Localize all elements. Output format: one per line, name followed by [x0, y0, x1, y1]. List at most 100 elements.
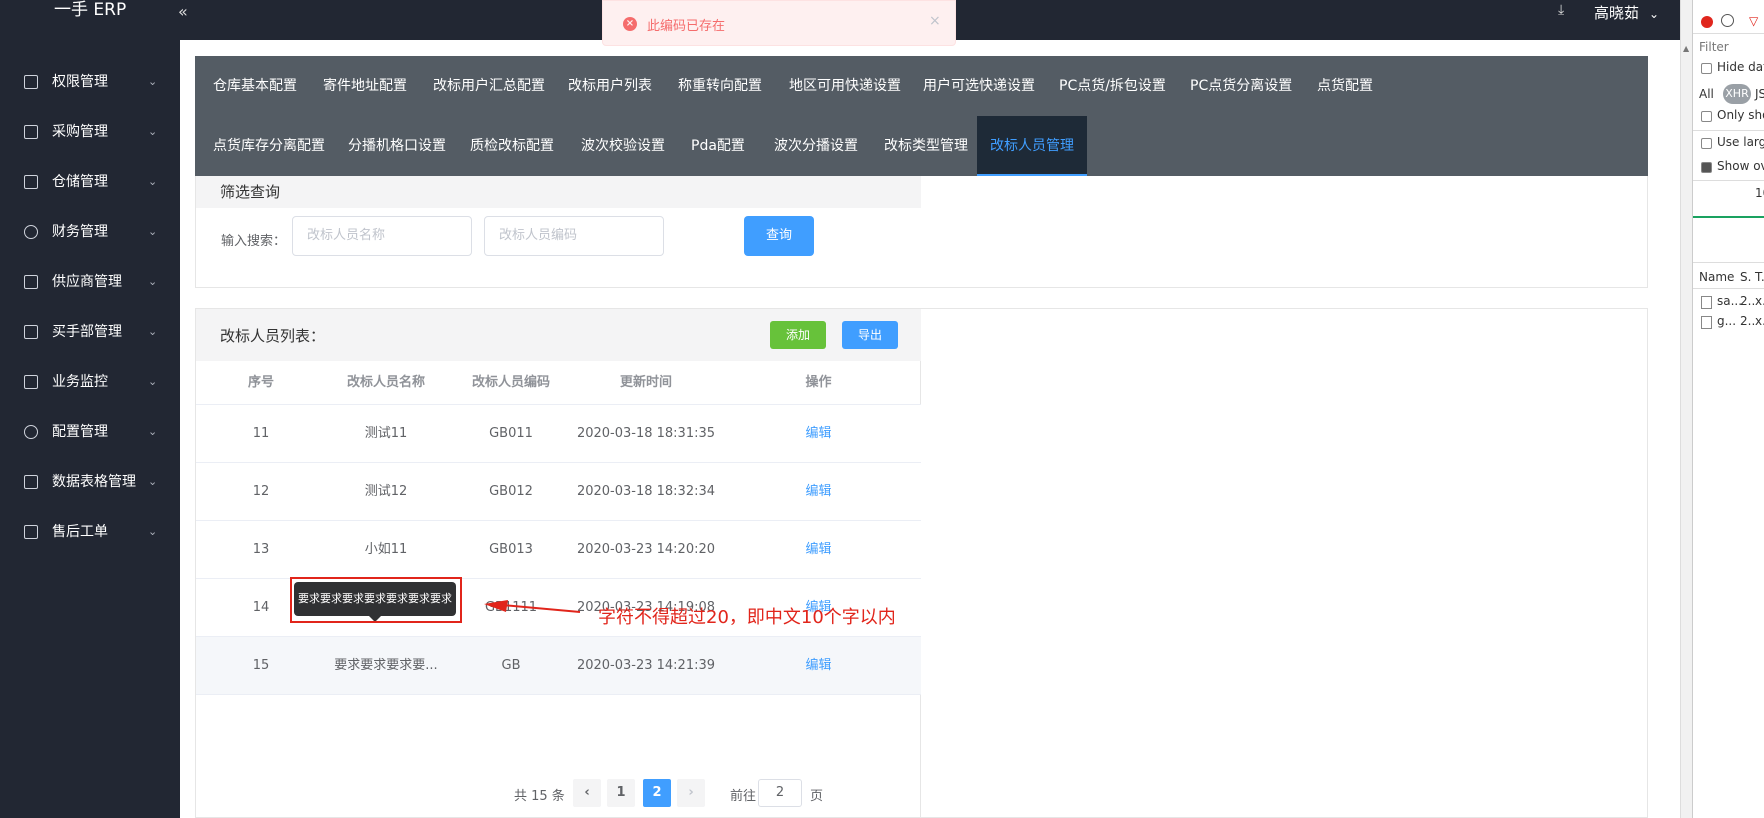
staff-code-input[interactable]: 改标人员编码 — [484, 216, 664, 256]
cell-updated-time: 2020-03-18 18:32:34 — [576, 484, 716, 499]
hide-data-checkbox[interactable] — [1701, 63, 1712, 74]
type-js-filter[interactable]: JS — [1755, 87, 1764, 101]
chevron-down-icon: ⌄ — [148, 525, 158, 538]
chevron-down-icon: ⌄ — [148, 275, 158, 288]
sidebar-item-warehouse[interactable]: 仓储管理 ⌄ — [0, 162, 180, 202]
filter-title: 筛选查询 — [196, 176, 921, 208]
sidebar-item-data-tables[interactable]: 数据表格管理 ⌄ — [0, 462, 180, 502]
table-header: 序号 改标人员名称 改标人员编码 更新时间 操作 — [196, 361, 921, 405]
chevron-down-icon: ⌄ — [148, 475, 158, 488]
edit-link[interactable]: 编辑 — [716, 405, 921, 463]
cell-index: 12 — [252, 484, 270, 499]
tab-warehouse-basic[interactable]: 仓库基本配置 — [213, 56, 297, 116]
sidebar-item-label: 采购管理 — [52, 124, 108, 140]
page-button-1[interactable]: 1 — [607, 779, 635, 807]
tab-check-config[interactable]: 点货配置 — [1317, 56, 1373, 116]
prev-page-button[interactable]: ‹ — [573, 779, 601, 807]
file-icon — [1701, 296, 1712, 309]
download-icon[interactable]: ⤓ — [1558, 2, 1564, 18]
trend-chart-icon — [24, 375, 38, 389]
record-icon[interactable] — [1701, 16, 1713, 28]
edit-link[interactable]: 编辑 — [716, 463, 921, 521]
tab-relabel-user-summary[interactable]: 改标用户汇总配置 — [433, 56, 545, 116]
tab-check-stock-separate[interactable]: 点货库存分离配置 — [213, 116, 325, 176]
sidebar-item-label: 售后工单 — [52, 524, 108, 540]
staff-table-panel: 改标人员列表： 添加 导出 序号 改标人员名称 改标人员编码 更新时间 操作 1… — [196, 309, 921, 818]
col-updated-time: 更新时间 — [619, 375, 672, 390]
cell-staff-name: 小如11 — [364, 542, 408, 557]
type-all-filter[interactable]: All — [1699, 87, 1714, 101]
cell-staff-name: 测试12 — [364, 484, 408, 499]
tab-pc-check-separate[interactable]: PC点货分离设置 — [1190, 56, 1292, 116]
close-icon[interactable]: × — [929, 13, 941, 29]
table-row: 13 小如11 GB013 2020-03-23 14:20:20 编辑 — [196, 521, 921, 579]
cell-updated-time: 2020-03-23 14:21:39 — [576, 658, 716, 673]
next-page-button[interactable]: › — [677, 779, 705, 807]
devtools-filter-input[interactable]: Filter — [1699, 40, 1729, 54]
devtools-network-panel: ▽ Filter Hide data U All XHR JS Only sho… — [1692, 0, 1764, 818]
user-menu[interactable]: 高晓茹 ⌄ — [1594, 2, 1659, 23]
filter-card: 筛选查询 输入搜索： 改标人员名称 改标人员编码 查询 — [195, 176, 1648, 288]
tab-qc-relabel[interactable]: 质检改标配置 — [470, 116, 554, 176]
col-index: 序号 — [247, 375, 274, 390]
sidebar-item-config[interactable]: 配置管理 ⌄ — [0, 412, 180, 452]
staff-name-input[interactable]: 改标人员名称 — [292, 216, 472, 256]
tab-wave-sort[interactable]: 波次分播设置 — [774, 116, 858, 176]
chevron-down-icon: ⌄ — [148, 75, 158, 88]
sidebar-item-label: 权限管理 — [52, 74, 108, 90]
gear-icon — [24, 425, 38, 439]
use-large-rows-checkbox[interactable] — [1701, 138, 1712, 149]
document-icon — [24, 525, 38, 539]
request-type: x.. — [1755, 294, 1764, 308]
col-type-header[interactable]: T. — [1755, 270, 1764, 284]
app-logo: 一手 ERP — [54, 0, 127, 20]
edit-link[interactable]: 编辑 — [716, 521, 921, 579]
sidebar-item-suppliers[interactable]: 供应商管理 ⌄ — [0, 262, 180, 302]
tab-relabel-user-list[interactable]: 改标用户列表 — [568, 56, 652, 116]
tab-relabel-type[interactable]: 改标类型管理 — [884, 116, 968, 176]
tab-sorter-slot[interactable]: 分播机格口设置 — [348, 116, 446, 176]
page-scrollbar[interactable]: ▲ — [1680, 0, 1692, 818]
tab-weighing-turn[interactable]: 称重转向配置 — [678, 56, 762, 116]
type-xhr-filter[interactable]: XHR — [1723, 84, 1751, 104]
collapse-sidebar-icon[interactable]: « — [178, 2, 188, 21]
pagination: 共 15 条 ‹ 1 2 › 前往 2 页 — [196, 779, 921, 809]
add-button[interactable]: 添加 — [770, 321, 826, 349]
query-button[interactable]: 查询 — [744, 216, 814, 256]
sidebar-item-purchasing[interactable]: 采购管理 ⌄ — [0, 112, 180, 152]
sidebar-item-after-sales[interactable]: 售后工单 ⌄ — [0, 512, 180, 552]
tab-pda-config[interactable]: Pda配置 — [691, 116, 745, 176]
cell-index: 15 — [252, 658, 270, 673]
sidebar-item-permissions[interactable]: 权限管理 ⌄ — [0, 62, 180, 102]
request-name[interactable]: sa... — [1717, 294, 1742, 308]
tab-sender-address[interactable]: 寄件地址配置 — [323, 56, 407, 116]
col-staff-name: 改标人员名称 — [346, 375, 425, 390]
chevron-down-icon: ⌄ — [1649, 7, 1660, 21]
page-button-2[interactable]: 2 — [643, 779, 671, 807]
edit-link[interactable]: 编辑 — [716, 637, 921, 695]
export-button[interactable]: 导出 — [842, 321, 898, 349]
only-show-checkbox[interactable] — [1701, 111, 1712, 122]
tab-region-express[interactable]: 地区可用快递设置 — [789, 56, 901, 116]
tab-wave-check[interactable]: 波次校验设置 — [581, 116, 665, 176]
tab-user-express[interactable]: 用户可选快递设置 — [923, 56, 1035, 116]
col-actions: 操作 — [805, 375, 832, 390]
sidebar-item-label: 数据表格管理 — [52, 474, 136, 490]
goto-page-input[interactable]: 2 — [758, 779, 802, 807]
sidebar-item-buyers[interactable]: 买手部管理 ⌄ — [0, 312, 180, 352]
sidebar-item-finance[interactable]: 财务管理 ⌄ — [0, 212, 180, 252]
request-name[interactable]: g... — [1717, 314, 1736, 328]
show-overview-checkbox[interactable] — [1701, 162, 1712, 173]
scroll-up-icon[interactable]: ▲ — [1683, 44, 1689, 53]
cell-staff-code: GB — [501, 658, 521, 673]
clear-icon[interactable] — [1721, 14, 1734, 27]
pagination-total: 共 15 条 — [514, 789, 565, 804]
col-status-header[interactable]: S. — [1740, 270, 1751, 284]
error-circle-icon: × — [623, 17, 637, 31]
sidebar-item-label: 配置管理 — [52, 424, 108, 440]
col-name-header[interactable]: Name — [1699, 270, 1734, 284]
sidebar-item-monitoring[interactable]: 业务监控 ⌄ — [0, 362, 180, 402]
tab-relabel-staff[interactable]: 改标人员管理 — [977, 116, 1087, 176]
filter-funnel-icon[interactable]: ▽ — [1749, 14, 1758, 28]
tab-pc-check-unpack[interactable]: PC点货/拆包设置 — [1059, 56, 1166, 116]
